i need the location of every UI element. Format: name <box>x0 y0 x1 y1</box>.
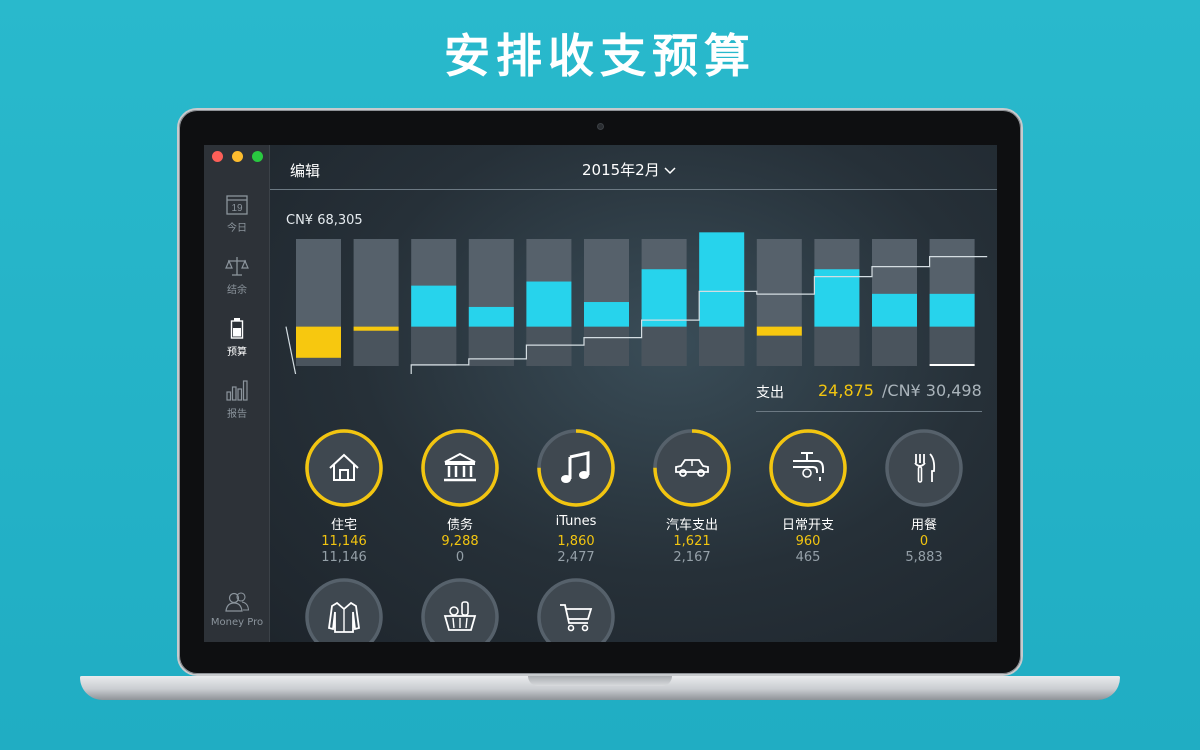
chart-bar-lower <box>641 326 687 366</box>
sidebar: 19 今日 结余 预算 报告 Money Pro <box>204 145 270 642</box>
chart-max-label: CN¥ 68,305 <box>286 213 363 228</box>
battery-icon <box>230 318 244 339</box>
header-divider <box>270 189 997 190</box>
category-progress-ring <box>653 429 731 507</box>
chart-bar-value <box>411 285 457 327</box>
minimize-window-button[interactable] <box>232 151 243 162</box>
chart-bar-value <box>756 326 802 336</box>
category-spent: 1,860 <box>557 534 595 549</box>
budget-category[interactable]: iTunes 1,860 2,477 <box>526 428 626 566</box>
month-selector[interactable]: 2015年2月 <box>582 159 676 180</box>
chart-bar-lower <box>814 326 860 366</box>
spend-actual: 24,875 <box>818 381 874 400</box>
budget-category[interactable] <box>410 577 510 642</box>
bar-chart-icon <box>226 380 248 401</box>
budget-category[interactable]: 日常开支 960 465 <box>758 428 858 566</box>
category-progress-ring <box>305 429 383 507</box>
category-progress-ring <box>537 578 615 642</box>
budget-category[interactable] <box>526 577 626 642</box>
category-name: 住宅 <box>330 518 357 533</box>
budget-category[interactable]: 住宅 11,146 11,146 <box>294 428 394 566</box>
budget-category[interactable]: 债务 9,288 0 <box>410 428 510 566</box>
sidebar-item-label: 结余 <box>227 285 247 296</box>
spend-label: 支出 <box>756 385 784 401</box>
monthly-budget-chart <box>285 232 988 374</box>
chart-bar-value <box>584 302 629 327</box>
category-spent: 960 <box>795 534 821 549</box>
chart-bar-lower <box>526 326 572 366</box>
app-window: 19 今日 结余 预算 报告 Money Pro 编辑 2015年2月 CN¥ … <box>204 145 997 642</box>
category-spent: 9,288 <box>441 534 479 549</box>
chart-bar-lower <box>353 326 399 366</box>
chart-selected-marker <box>929 364 975 366</box>
category-budget: 2,477 <box>557 550 595 565</box>
chart-bar-lower <box>411 326 457 366</box>
chart-bar-lower <box>872 326 917 366</box>
chart-bar-lower <box>929 326 975 366</box>
chart-bar-value <box>641 269 687 327</box>
category-budget: 2,167 <box>673 550 711 565</box>
category-progress-ring <box>537 429 615 507</box>
sidebar-item-balance[interactable]: 结余 <box>204 255 270 296</box>
budget-view: 编辑 2015年2月 CN¥ 68,305 支出 24,875 /CN¥ 30,… <box>270 145 997 642</box>
category-name: 债务 <box>446 518 473 533</box>
headline: 安排收支预算 <box>444 29 756 83</box>
category-name: 汽车支出 <box>665 518 718 533</box>
category-progress-ring <box>769 429 847 507</box>
sidebar-item-budget[interactable]: 预算 <box>204 317 270 358</box>
sidebar-item-label: 报告 <box>227 409 247 420</box>
chart-bar-value <box>699 232 745 327</box>
people-icon <box>225 592 250 612</box>
summary-divider <box>756 411 982 412</box>
month-label: 2015年2月 <box>582 161 660 179</box>
category-budget: 465 <box>795 550 821 565</box>
edit-button[interactable]: 编辑 <box>290 160 320 181</box>
sidebar-item-label: 今日 <box>227 223 247 234</box>
chart-bar-value <box>814 269 860 327</box>
category-progress-ring <box>421 429 499 507</box>
chart-bar-value <box>353 326 399 331</box>
category-spent: 11,146 <box>321 534 367 549</box>
chart-bar-lower <box>584 326 629 366</box>
budget-category[interactable] <box>294 577 394 642</box>
zoom-window-button[interactable] <box>252 151 263 162</box>
chart-bar-lower <box>699 326 745 366</box>
chart-bar-value <box>929 293 975 327</box>
category-budget: 5,883 <box>905 550 943 565</box>
scale-icon <box>225 257 249 276</box>
chart-bar-value <box>526 281 572 327</box>
category-budget: 11,146 <box>321 550 367 565</box>
category-progress-ring <box>305 578 383 642</box>
category-budget: 0 <box>455 550 465 565</box>
category-progress-ring <box>885 429 963 507</box>
camera-dot <box>597 123 604 130</box>
category-name: 日常开支 <box>781 518 834 533</box>
sidebar-app-profile[interactable]: Money Pro <box>204 591 270 628</box>
chart-bar-value <box>468 306 514 327</box>
sidebar-item-today[interactable]: 19 今日 <box>204 193 270 234</box>
category-spent: 1,621 <box>673 534 711 549</box>
category-name: iTunes <box>555 514 597 529</box>
chevron-down-icon <box>664 166 676 174</box>
chart-bar-value <box>872 293 917 327</box>
budget-category[interactable]: 用餐 0 5,883 <box>874 428 974 566</box>
spend-budget: /CN¥ 30,498 <box>882 381 982 400</box>
close-window-button[interactable] <box>212 151 223 162</box>
chart-bar-value <box>296 326 341 358</box>
sidebar-item-reports[interactable]: 报告 <box>204 379 270 420</box>
sidebar-item-label: 预算 <box>227 347 247 358</box>
category-name: 用餐 <box>910 518 937 533</box>
category-spent: 0 <box>919 534 929 549</box>
calendar-day-number: 19 <box>231 203 243 214</box>
budget-category[interactable]: 汽车支出 1,621 2,167 <box>642 428 742 566</box>
category-progress-ring <box>421 578 499 642</box>
app-name-label: Money Pro <box>210 617 264 628</box>
chart-bar-lower <box>468 326 514 366</box>
laptop-notch <box>528 676 672 686</box>
calendar-icon: 19 <box>226 195 248 215</box>
